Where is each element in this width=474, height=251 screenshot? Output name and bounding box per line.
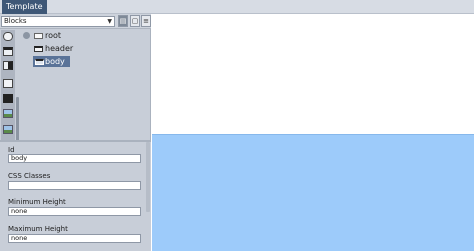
expand-toggle-icon[interactable] bbox=[23, 32, 30, 39]
tree-node-root[interactable]: root bbox=[23, 30, 83, 41]
page-icon[interactable]: ▢ bbox=[130, 15, 140, 27]
tree-node-header[interactable]: header bbox=[34, 43, 94, 54]
root-icon bbox=[34, 33, 43, 39]
document-icon[interactable]: ▤ bbox=[118, 15, 128, 27]
minimum-height-input[interactable]: none bbox=[8, 207, 141, 216]
id-label: Id bbox=[8, 146, 15, 154]
id-input[interactable]: body bbox=[8, 154, 141, 163]
text-block-icon[interactable] bbox=[3, 79, 13, 88]
design-canvas[interactable] bbox=[152, 14, 474, 251]
header-block-icon[interactable] bbox=[3, 47, 13, 56]
chevron-down-icon: ▼ bbox=[107, 18, 112, 25]
column-block-icon[interactable] bbox=[3, 61, 13, 70]
gallery-icon[interactable] bbox=[3, 125, 13, 134]
maximum-height-label: Maximum Height bbox=[8, 225, 68, 233]
tree-node-label: header bbox=[45, 44, 74, 53]
properties-scrollbar[interactable] bbox=[146, 142, 150, 212]
menu-icon[interactable]: ≡ bbox=[141, 15, 151, 27]
block-toolbox bbox=[1, 30, 15, 150]
menu-bar: Template bbox=[0, 0, 474, 14]
tree-node-label: body bbox=[45, 57, 65, 66]
tree-node-body[interactable]: body bbox=[33, 56, 73, 67]
selector-row: Blocks ▼ ▤ ▢ ≡ bbox=[0, 14, 151, 29]
maximum-height-input[interactable]: none bbox=[8, 234, 141, 243]
properties-panel: Id body CSS Classes Minimum Height none … bbox=[0, 142, 151, 251]
css-classes-label: CSS Classes bbox=[8, 172, 51, 180]
eye-icon[interactable] bbox=[3, 32, 13, 41]
panel-select[interactable]: Blocks ▼ bbox=[1, 16, 115, 27]
minimum-height-label: Minimum Height bbox=[8, 198, 66, 206]
tree-node-label: root bbox=[45, 31, 62, 40]
css-classes-input[interactable] bbox=[8, 181, 141, 190]
image-icon[interactable] bbox=[3, 109, 13, 118]
header-block-icon bbox=[34, 46, 43, 52]
body-block-icon bbox=[35, 59, 44, 65]
body-block-preview[interactable] bbox=[152, 134, 474, 251]
left-panel: Blocks ▼ ▤ ▢ ≡ root header body Id body … bbox=[0, 14, 151, 251]
panel-select-value: Blocks bbox=[4, 17, 27, 25]
dark-block-icon[interactable] bbox=[3, 94, 13, 103]
template-menu-button[interactable]: Template bbox=[2, 0, 47, 14]
